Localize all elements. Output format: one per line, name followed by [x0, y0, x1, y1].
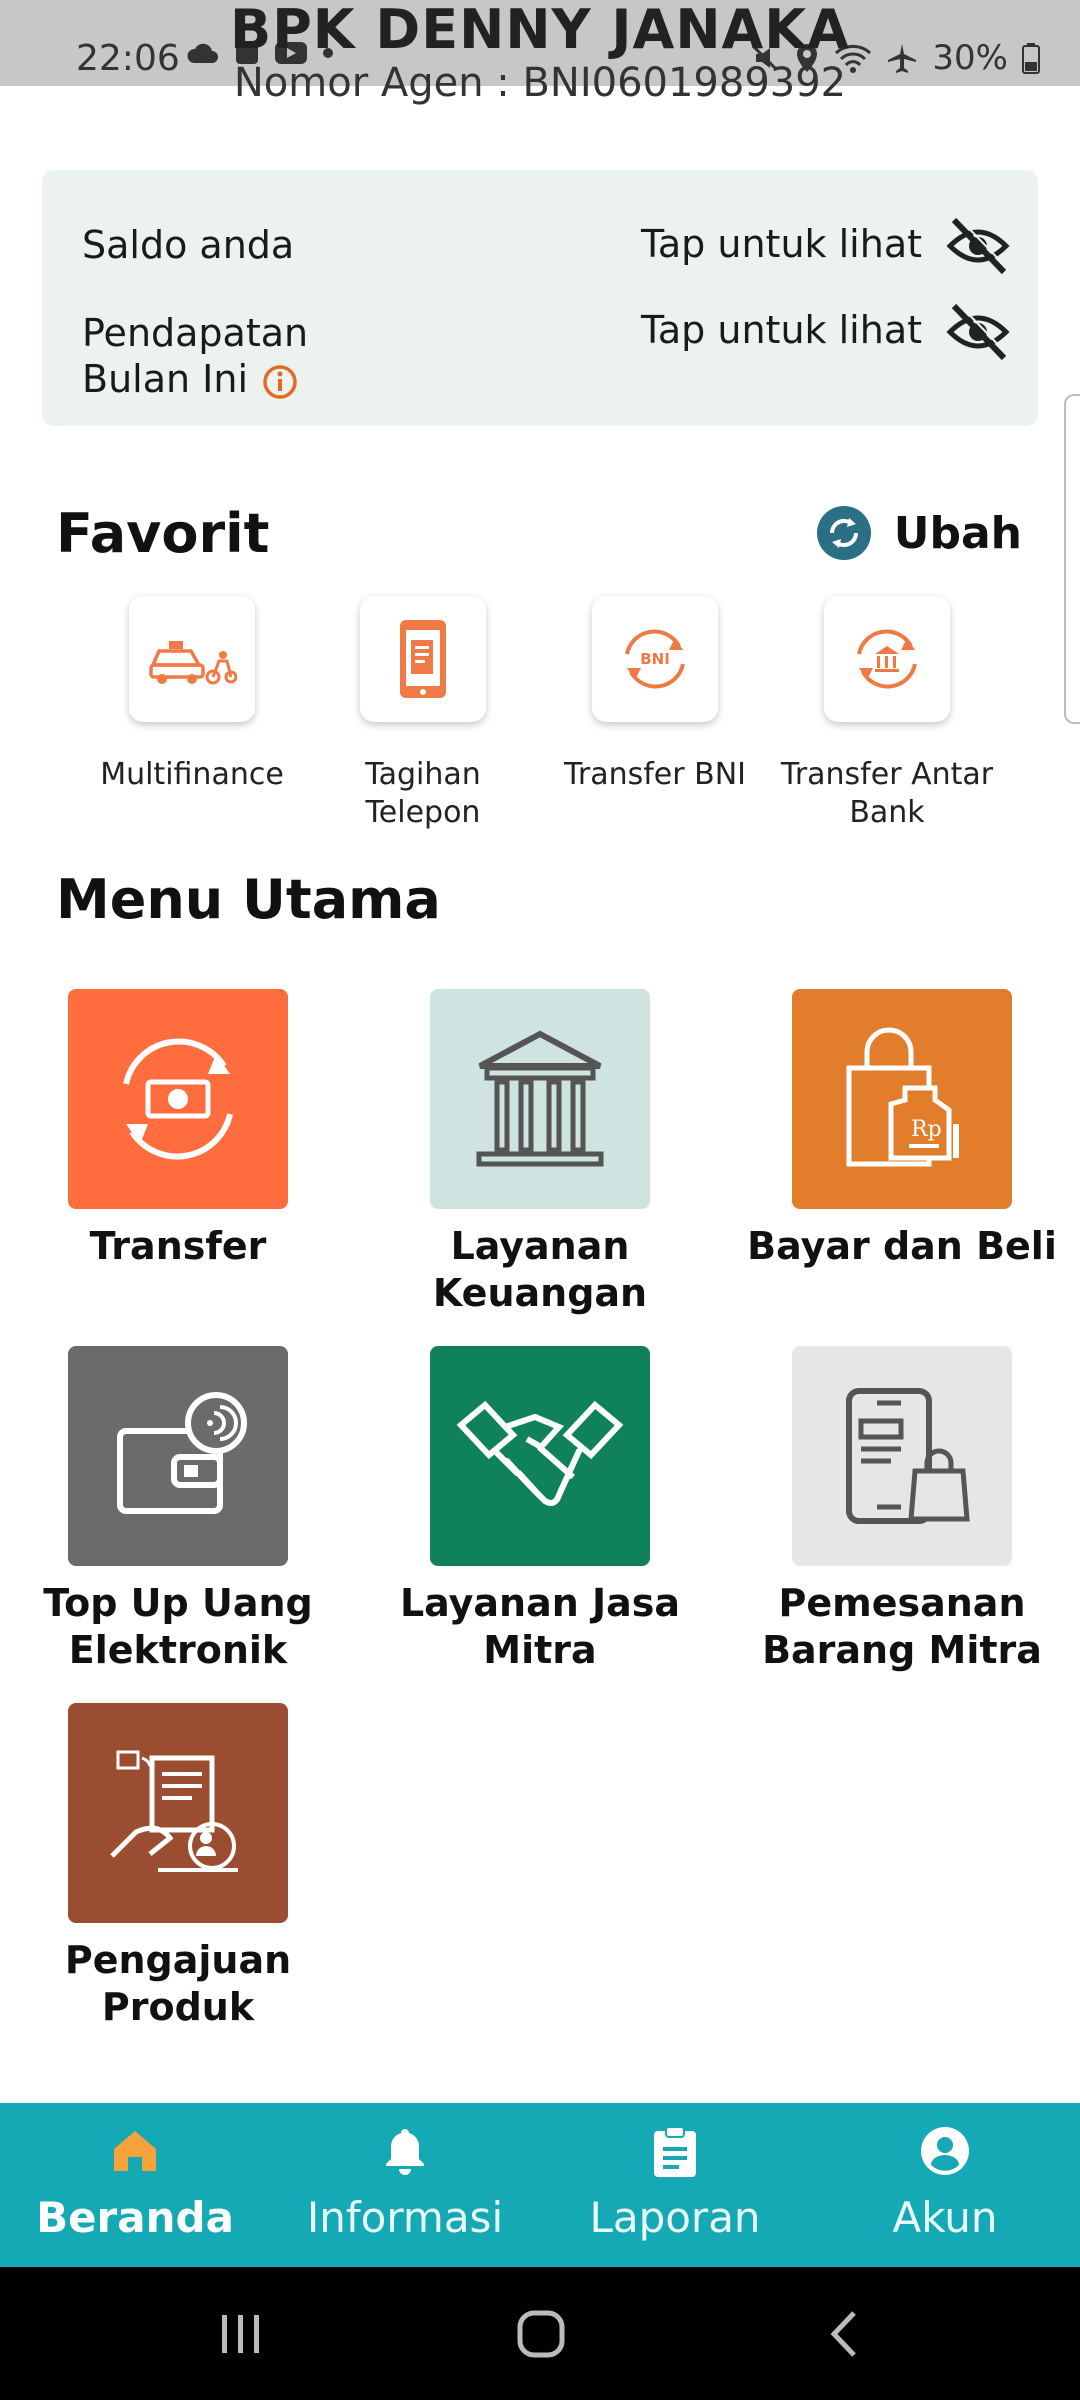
balance-card: Saldo anda Tap untuk lihat Pendapatan Bu… — [42, 170, 1038, 426]
nav-akun[interactable]: Akun — [810, 2103, 1080, 2267]
system-navigation-bar — [0, 2267, 1080, 2400]
bottom-navigation: Beranda Informasi Laporan Akun — [0, 2103, 1080, 2267]
pendapatan-label: Pendapatan Bulan Ini — [82, 310, 308, 402]
recent-apps-icon[interactable] — [218, 2311, 264, 2357]
nav-label: Informasi — [306, 2193, 504, 2242]
menu-tile — [68, 1703, 288, 1923]
favorite-label: Transfer BNI — [563, 757, 747, 792]
pendapatan-label-line2-text: Bulan Ini — [82, 357, 249, 401]
nav-icon-wrap — [810, 2125, 1080, 2185]
agent-name: BPK DENNY JANAKA — [230, 0, 850, 61]
menu-layanan-keuangan[interactable]: Layanan Keuangan — [375, 989, 705, 1317]
favorite-label: Transfer Antar Bank — [780, 757, 994, 830]
favorite-icon-box: BNI — [592, 596, 718, 722]
menu-label: Pengajuan Produk — [64, 1938, 292, 2029]
phone-bill-icon — [400, 620, 446, 698]
favorit-title: Favorit — [56, 502, 270, 565]
svg-text:BNI: BNI — [640, 650, 670, 668]
menu-tile — [430, 1346, 650, 1566]
transfer-bni-icon: BNI — [625, 629, 685, 689]
favorite-tagihan-telepon[interactable]: Tagihan Telepon — [307, 596, 539, 832]
phone-order-icon — [846, 1388, 970, 1524]
nav-laporan[interactable]: Laporan — [540, 2103, 810, 2267]
refresh-icon — [816, 506, 871, 560]
menu-pemesanan-barang-mitra[interactable]: Pemesanan Barang Mitra — [737, 1346, 1067, 1674]
menu-label: Transfer — [89, 1224, 267, 1268]
favorite-label: Multifinance — [100, 757, 284, 792]
menu-label: Top Up Uang Elektronik — [43, 1581, 313, 1672]
clipboard-icon — [654, 2126, 696, 2177]
nav-label: Beranda — [36, 2193, 234, 2242]
bell-icon — [386, 2129, 424, 2175]
favorite-icon-box — [824, 596, 950, 722]
menu-transfer[interactable]: Transfer — [13, 989, 343, 1270]
menu-label: Pemesanan Barang Mitra — [762, 1581, 1042, 1672]
pendapatan-label-line1: Pendapatan — [82, 311, 309, 355]
favorite-transfer-antar-bank[interactable]: Transfer Antar Bank — [771, 596, 1003, 832]
menu-bayar-dan-beli[interactable]: Rp Bayar dan Beli — [737, 989, 1067, 1270]
menu-layanan-jasa-mitra[interactable]: Layanan Jasa Mitra — [375, 1346, 705, 1674]
favorite-transfer-bni[interactable]: BNI Transfer BNI — [539, 596, 771, 794]
menu-label: Bayar dan Beli — [747, 1224, 1057, 1268]
saldo-label: Saldo anda — [82, 223, 295, 267]
nav-label: Laporan — [589, 2193, 761, 2242]
svg-text:Rp: Rp — [911, 1117, 942, 1142]
menu-tile — [430, 989, 650, 1209]
eye-hidden-icon[interactable] — [946, 216, 1010, 276]
nav-informasi[interactable]: Informasi — [270, 2103, 540, 2267]
saldo-tap-to-view[interactable]: Tap untuk lihat — [641, 222, 922, 266]
nav-label: Akun — [892, 2193, 998, 2242]
money-transfer-icon — [123, 1038, 233, 1160]
home-button-icon[interactable] — [516, 2309, 566, 2359]
bank-building-icon — [476, 1030, 604, 1167]
account-icon — [921, 2127, 969, 2175]
info-icon[interactable] — [262, 364, 298, 400]
nav-icon-wrap — [540, 2125, 810, 2185]
menu-tile — [68, 989, 288, 1209]
handshake-icon — [456, 1400, 624, 1506]
back-icon[interactable] — [826, 2309, 862, 2359]
car-motorcycle-icon — [149, 641, 237, 685]
shopping-bag-icon: Rp — [846, 1027, 959, 1167]
product-application-icon — [110, 1750, 238, 1872]
ubah-button[interactable]: Ubah — [816, 505, 1022, 561]
transfer-bank-icon — [857, 629, 917, 689]
favorite-icon-box — [360, 596, 486, 722]
nav-icon-wrap — [0, 2125, 270, 2185]
menu-label: Layanan Keuangan — [432, 1224, 648, 1315]
agent-number: Nomor Agen : BNI0601989392 — [233, 60, 847, 106]
home-icon — [114, 2131, 156, 2171]
menu-utama-title: Menu Utama — [56, 868, 441, 931]
e-wallet-icon — [117, 1392, 247, 1514]
menu-label: Layanan Jasa Mitra — [399, 1581, 681, 1672]
menu-top-up-uang-elektronik[interactable]: Top Up Uang Elektronik — [13, 1346, 343, 1674]
eye-hidden-icon[interactable] — [946, 302, 1010, 362]
menu-tile: Rp — [792, 989, 1012, 1209]
ubah-label: Ubah — [893, 507, 1022, 559]
favorite-label: Tagihan Telepon — [365, 757, 481, 830]
menu-tile — [68, 1346, 288, 1566]
menu-tile — [792, 1346, 1012, 1566]
scroll-indicator — [1064, 394, 1080, 724]
favorite-icon-box — [129, 596, 255, 722]
nav-icon-wrap — [270, 2125, 540, 2185]
nav-beranda[interactable]: Beranda — [0, 2103, 270, 2267]
pendapatan-label-line2: Bulan Ini — [82, 356, 308, 402]
pendapatan-tap-to-view[interactable]: Tap untuk lihat — [641, 308, 922, 352]
menu-pengajuan-produk[interactable]: Pengajuan Produk — [13, 1703, 343, 2031]
favorite-multifinance[interactable]: Multifinance — [76, 596, 308, 794]
